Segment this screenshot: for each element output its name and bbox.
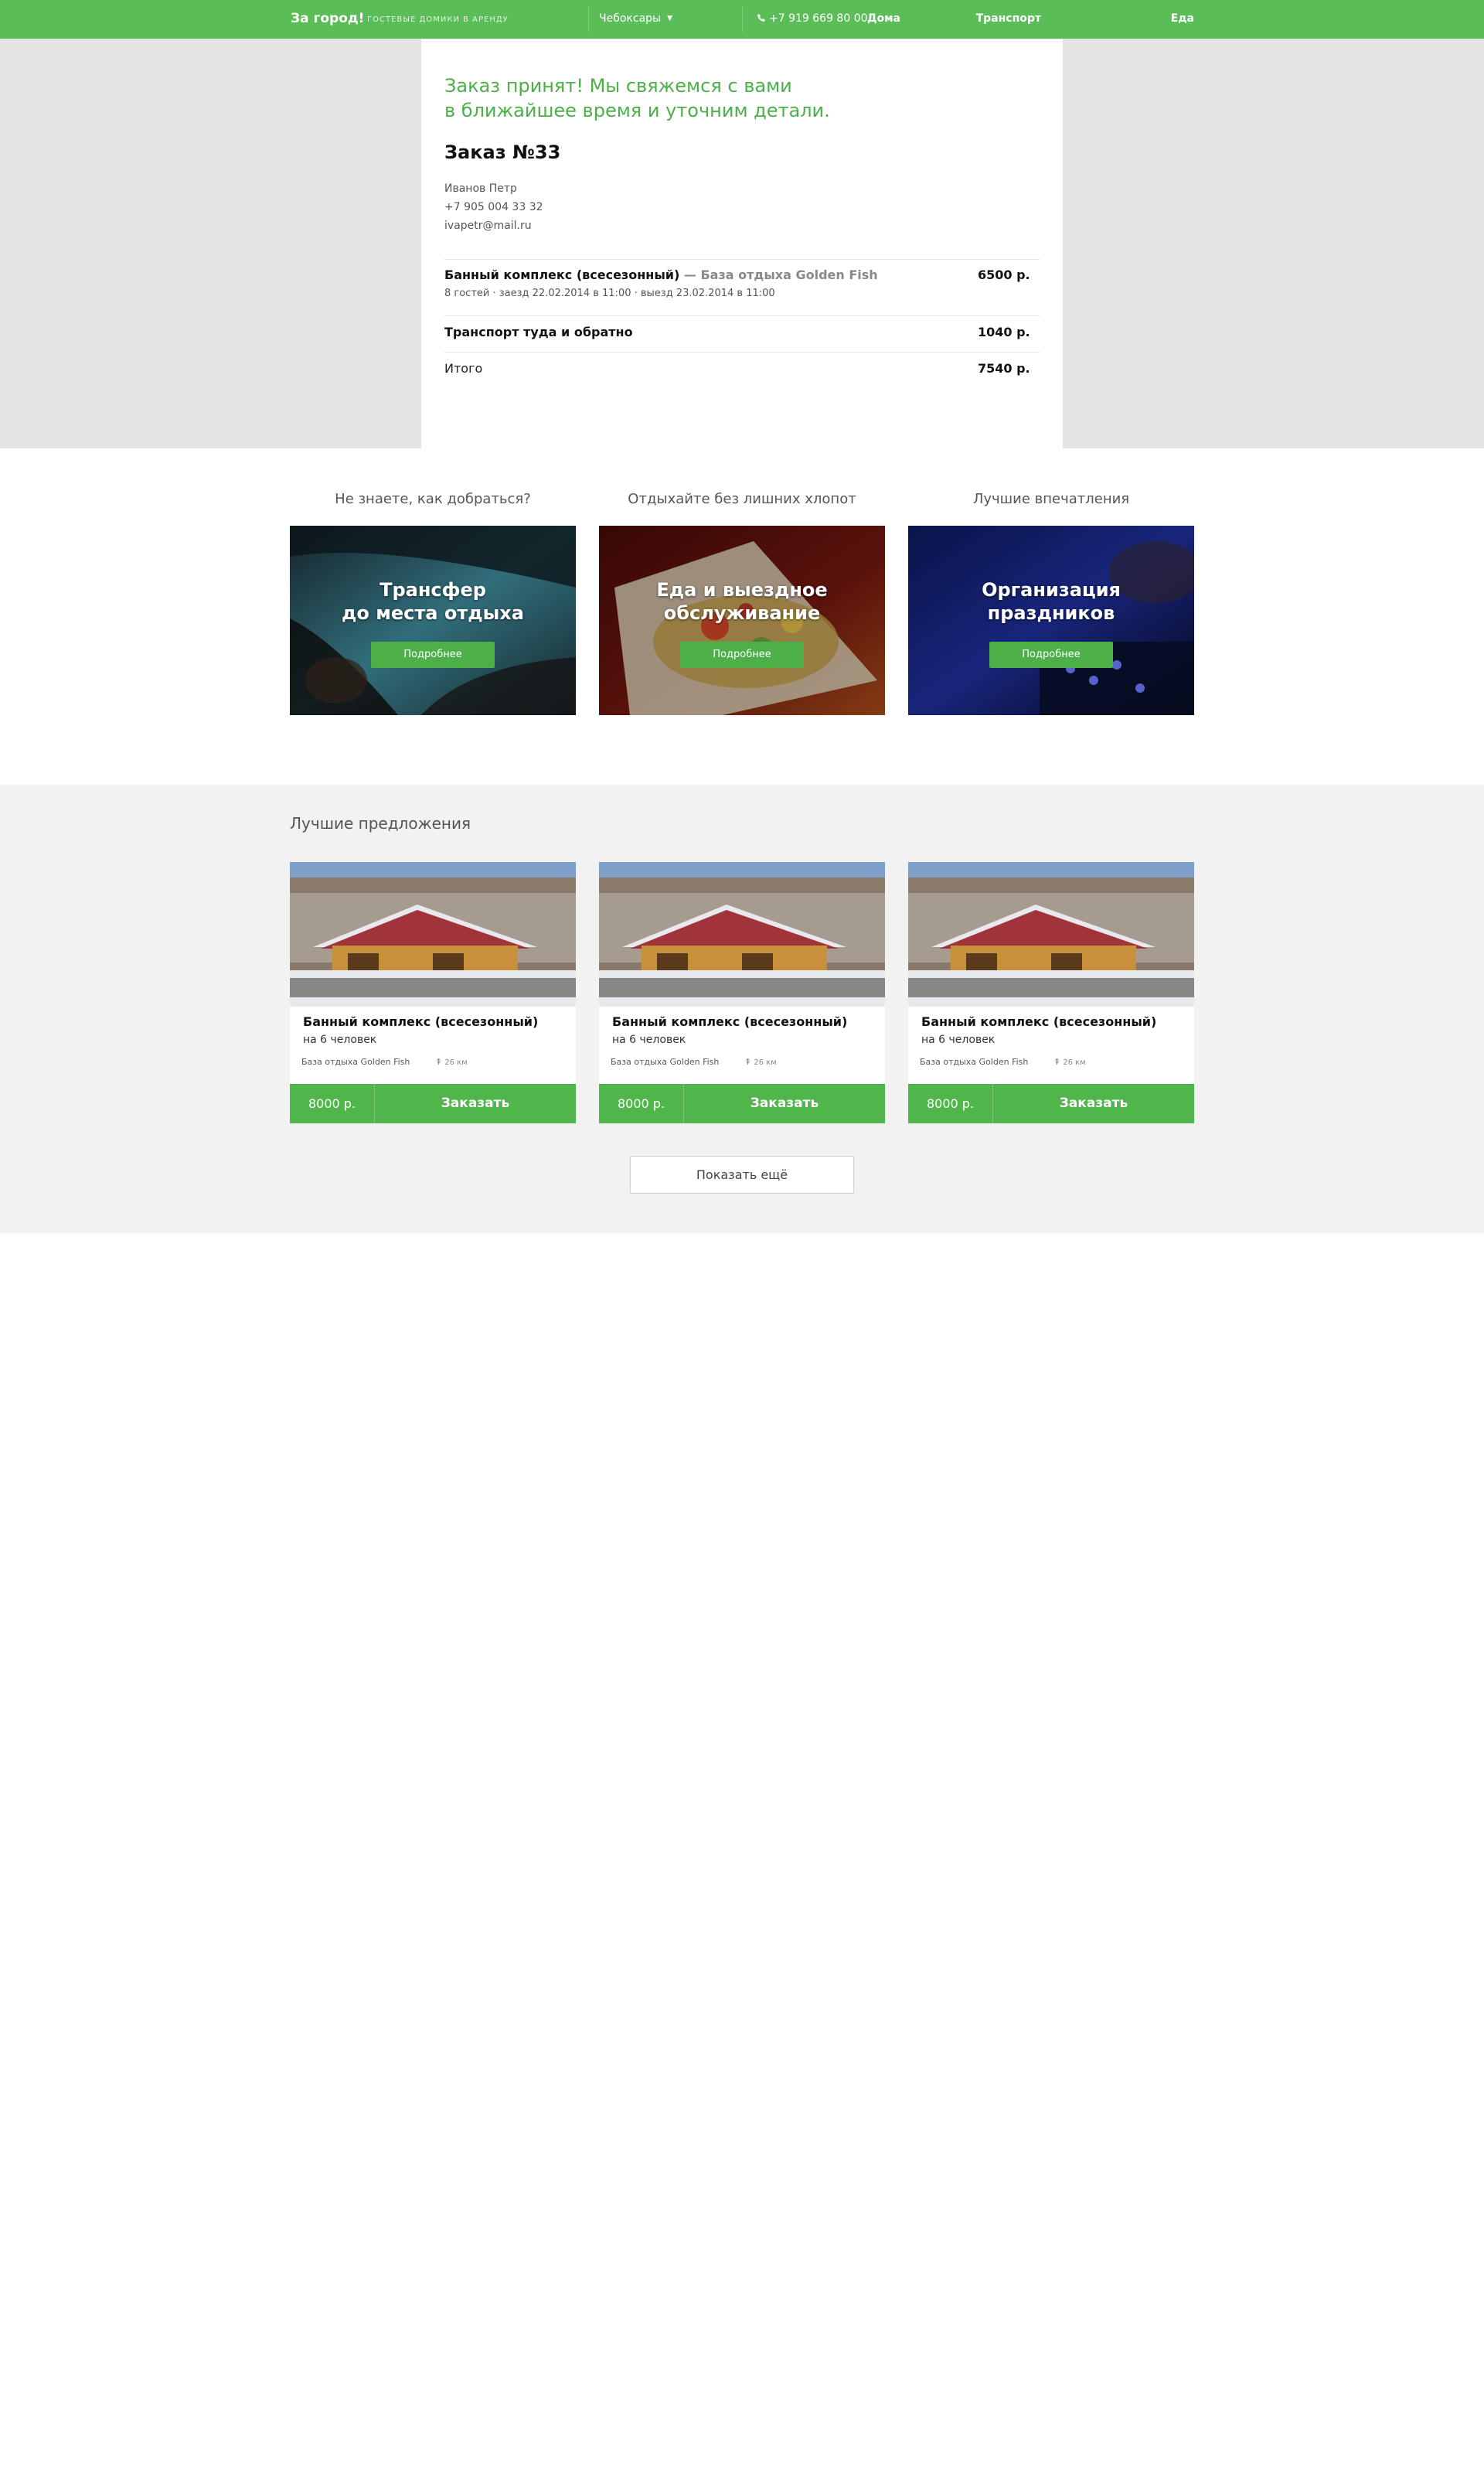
service-heading: Отдыхайте без лишних хлопот [628,491,856,507]
cabin-photo [599,862,885,1007]
phone-number: +7 919 669 80 00 [769,12,868,25]
offer-price: 8000 р. [599,1084,684,1123]
item-name: Банный комплекс (всесезонный) [444,268,680,282]
service-title: Еда и выездное обслуживание [599,578,885,625]
offer-card[interactable]: Банный комплекс (всесезонный) на 6 челов… [908,862,1194,1123]
offer-distance: ⇞ 26 км [1053,1057,1086,1067]
offer-title[interactable]: Банный комплекс (всесезонный) [303,1014,538,1029]
header-phone[interactable]: +7 919 669 80 00 [757,12,868,25]
offer-distance: ⇞ 26 км [744,1057,777,1067]
service-more-button[interactable]: Подробнее [989,642,1113,668]
customer-email: ivapetr@mail.ru [444,220,532,232]
offer-action-bar: 8000 р. Заказать [599,1084,885,1123]
customer-name: Иванов Петр [444,182,517,195]
order-item-title: Транспорт туда и обратно [444,325,633,339]
show-more-button[interactable]: Показать ещё [630,1156,854,1194]
offer-capacity: на 6 человек [921,1034,996,1046]
offer-title[interactable]: Банный комплекс (всесезонный) [612,1014,847,1029]
service-title: Организация праздников [908,578,1194,625]
service-tile-transfer[interactable]: Трансфер до места отдыха Подробнее [290,526,576,715]
phone-icon [757,14,765,22]
service-title-line: Еда и выездное [656,579,828,601]
offers-heading: Лучшие предложения [290,814,471,833]
service-tile-parties[interactable]: Организация праздников Подробнее [908,526,1194,715]
order-button[interactable]: Заказать [375,1084,576,1123]
order-confirmation-message: Заказ принят! Мы свяжемся с вами в ближа… [444,73,908,123]
order-card: Заказ принят! Мы свяжемся с вами в ближа… [421,39,1063,448]
divider [444,259,1040,260]
divider [444,352,1040,353]
header-divider [588,6,589,32]
cabin-photo [290,862,576,1007]
chevron-down-icon: ▼ [667,15,673,22]
service-title-line: обслуживание [663,602,821,624]
distance-value: 26 км [754,1058,777,1067]
service-heading: Лучшие впечатления [972,491,1130,507]
confirmation-line: в ближайшее время и уточним детали. [444,100,830,121]
offer-price: 8000 р. [290,1084,375,1123]
offer-distance: ⇞ 26 км [435,1057,468,1067]
road-sign-icon: ⇞ [1053,1057,1061,1067]
header-inner: За город! ГОСТЕВЫЕ ДОМИКИ В АРЕНДУ Чебок… [290,0,1194,39]
site-logo[interactable]: За город! [291,11,364,26]
offer-capacity: на 6 человек [303,1034,377,1046]
offer-venue: База отдыха Golden Fish [611,1057,720,1067]
offer-image[interactable] [290,862,576,1007]
offer-title[interactable]: Банный комплекс (всесезонный) [921,1014,1156,1029]
nav-item-transport[interactable]: Транспорт [976,12,1041,25]
service-title: Трансфер до места отдыха [290,578,576,625]
order-title: Заказ №33 [444,141,561,163]
offer-card[interactable]: Банный комплекс (всесезонный) на 6 челов… [599,862,885,1123]
offer-action-bar: 8000 р. Заказать [908,1084,1194,1123]
offer-capacity: на 6 человек [612,1034,686,1046]
order-item-price: 6500 р. [978,268,1030,282]
order-item-title: Банный комплекс (всесезонный) — База отд… [444,268,878,282]
order-item-price: 1040 р. [978,325,1030,339]
road-sign-icon: ⇞ [744,1057,752,1067]
nav-item-food[interactable]: Еда [1171,12,1194,25]
road-sign-icon: ⇞ [435,1057,443,1067]
offer-price: 8000 р. [908,1084,993,1123]
top-header: За город! ГОСТЕВЫЕ ДОМИКИ В АРЕНДУ Чебок… [0,0,1484,39]
site-tagline: ГОСТЕВЫЕ ДОМИКИ В АРЕНДУ [367,15,509,24]
service-title-line: до места отдыха [342,602,524,624]
service-more-button[interactable]: Подробнее [371,642,495,668]
offer-venue: База отдыха Golden Fish [920,1057,1029,1067]
order-item-details: 8 гостей · заезд 22.02.2014 в 11:00 · вы… [444,288,775,299]
city-label: Чебоксары [599,12,662,25]
distance-value: 26 км [1063,1058,1086,1067]
divider [444,315,1040,316]
customer-phone: +7 905 004 33 32 [444,201,543,213]
header-divider [742,6,743,32]
city-selector[interactable]: Чебоксары ▼ [599,12,672,25]
service-tile-food[interactable]: Еда и выездное обслуживание Подробнее [599,526,885,715]
cabin-photo [908,862,1194,1007]
offer-venue: База отдыха Golden Fish [301,1057,410,1067]
offer-card[interactable]: Банный комплекс (всесезонный) на 6 челов… [290,862,576,1123]
item-venue: — База отдыха Golden Fish [679,268,878,282]
confirmation-line: Заказ принят! Мы свяжемся с вами [444,75,792,97]
order-button[interactable]: Заказать [684,1084,885,1123]
offer-image[interactable] [599,862,885,1007]
service-heading: Не знаете, как добраться? [335,491,531,507]
service-title-line: Организация [982,579,1121,601]
order-total-label: Итого [444,361,483,376]
services-section: Не знаете, как добраться? Трансфер до ме… [0,448,1484,785]
offer-image[interactable] [908,862,1194,1007]
service-more-button[interactable]: Подробнее [680,642,804,668]
nav-item-houses[interactable]: Дома [867,12,900,25]
offer-action-bar: 8000 р. Заказать [290,1084,576,1123]
service-title-line: Трансфер [380,579,486,601]
service-title-line: праздников [987,602,1115,624]
best-offers-section: Лучшие предложения Банный комплекс (всес… [0,785,1484,1233]
order-button[interactable]: Заказать [993,1084,1194,1123]
order-total-price: 7540 р. [978,361,1030,376]
distance-value: 26 км [444,1058,468,1067]
